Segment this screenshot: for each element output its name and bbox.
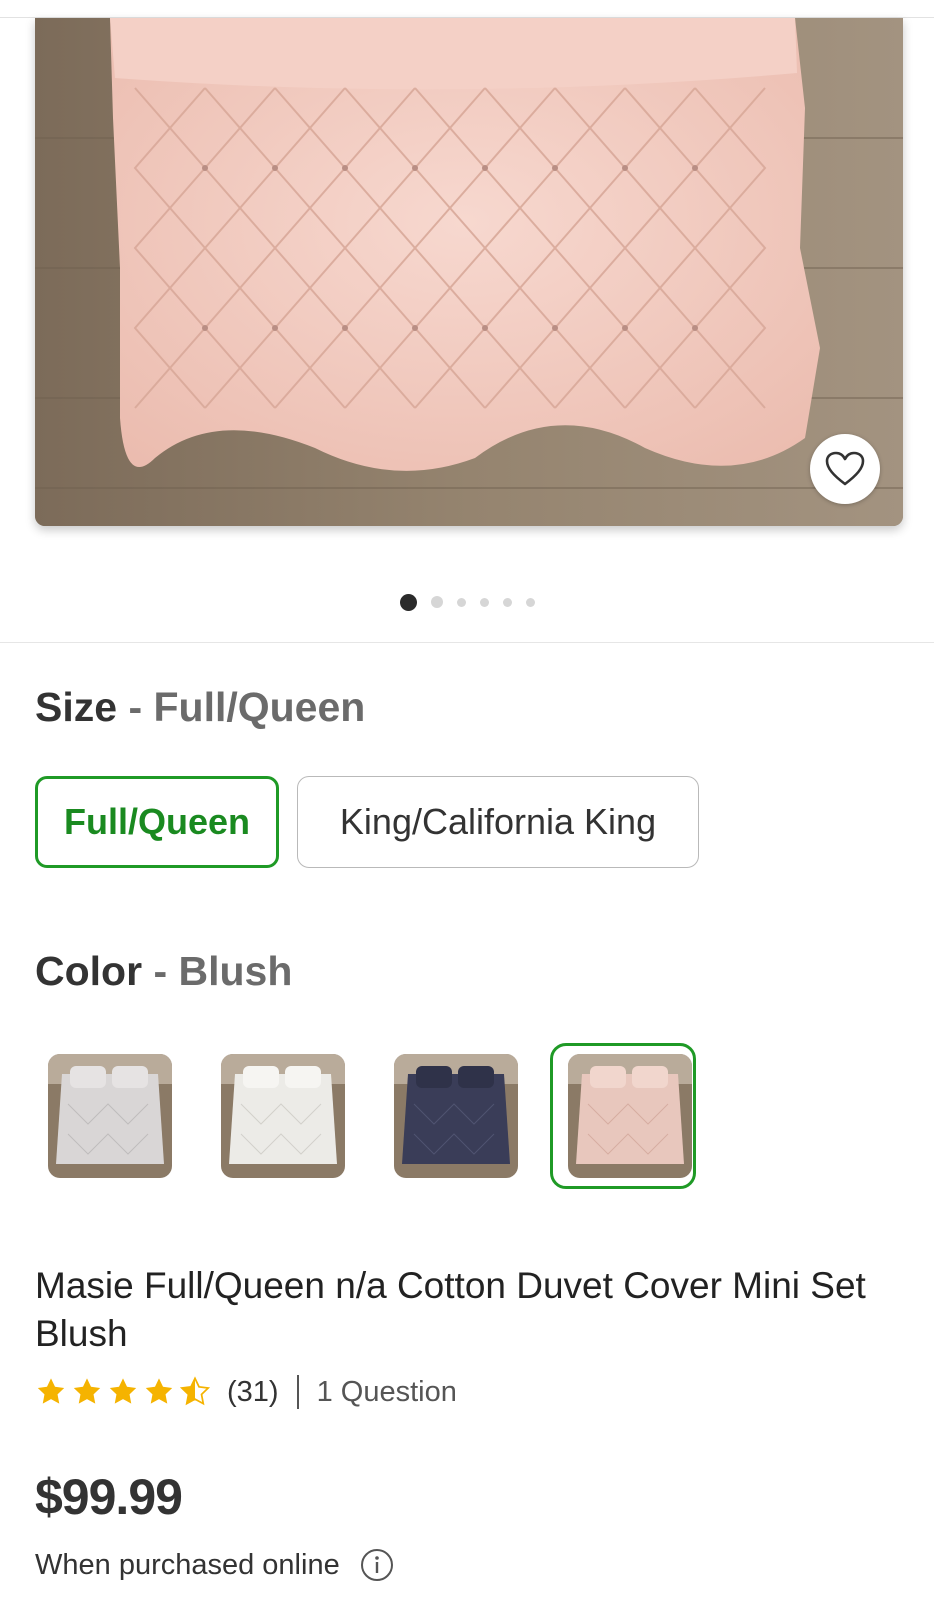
- color-swatch-blush[interactable]: [568, 1054, 692, 1178]
- color-swatch-white[interactable]: [221, 1054, 345, 1178]
- product-price: $99.99: [35, 1469, 183, 1525]
- size-label: Size: [35, 684, 118, 730]
- color-swatch-gray[interactable]: [48, 1054, 172, 1178]
- size-selected-value: Full/Queen: [153, 684, 366, 730]
- price-note-row: When purchased online: [35, 1545, 394, 1585]
- page-dot-active[interactable]: [399, 593, 417, 611]
- page-dot[interactable]: [525, 597, 535, 607]
- color-heading: Color - Blush: [35, 948, 292, 995]
- color-separator: -: [142, 948, 179, 994]
- product-image-art: [35, 18, 903, 526]
- size-heading: Size - Full/Queen: [35, 684, 365, 731]
- product-title: Masie Full/Queen n/a Cotton Duvet Cover …: [35, 1265, 866, 1354]
- page-dot[interactable]: [479, 597, 489, 607]
- size-options: Full/Queen King/California King: [35, 776, 699, 868]
- star-rating[interactable]: [35, 1376, 211, 1408]
- size-option-full-queen[interactable]: Full/Queen: [35, 776, 279, 868]
- heart-icon: [825, 451, 865, 487]
- favorite-button[interactable]: [810, 434, 880, 504]
- size-option-king-california-king[interactable]: King/California King: [297, 776, 699, 868]
- rating-separator: [296, 1375, 299, 1409]
- review-count-link[interactable]: (31): [227, 1376, 279, 1409]
- size-separator: -: [117, 684, 154, 730]
- color-selected-value: Blush: [178, 948, 293, 994]
- half-star-icon: [179, 1376, 211, 1406]
- image-page-indicator[interactable]: [0, 592, 934, 612]
- star-icon: [145, 1378, 173, 1404]
- star-icon: [37, 1378, 65, 1404]
- star-icon: [109, 1378, 137, 1404]
- color-label: Color: [35, 948, 143, 994]
- price-note: When purchased online: [35, 1548, 340, 1581]
- questions-link[interactable]: 1 Question: [317, 1376, 457, 1409]
- page-dot[interactable]: [502, 597, 512, 607]
- page-dot[interactable]: [430, 596, 443, 608]
- page-dot[interactable]: [456, 597, 466, 607]
- section-divider: [0, 642, 934, 643]
- color-swatches: [48, 1054, 708, 1178]
- star-icon: [73, 1378, 101, 1404]
- info-icon[interactable]: [360, 1548, 394, 1582]
- product-image[interactable]: [35, 18, 903, 526]
- color-swatch-navy[interactable]: [394, 1054, 518, 1178]
- rating-row: (31) 1 Question: [35, 1372, 457, 1412]
